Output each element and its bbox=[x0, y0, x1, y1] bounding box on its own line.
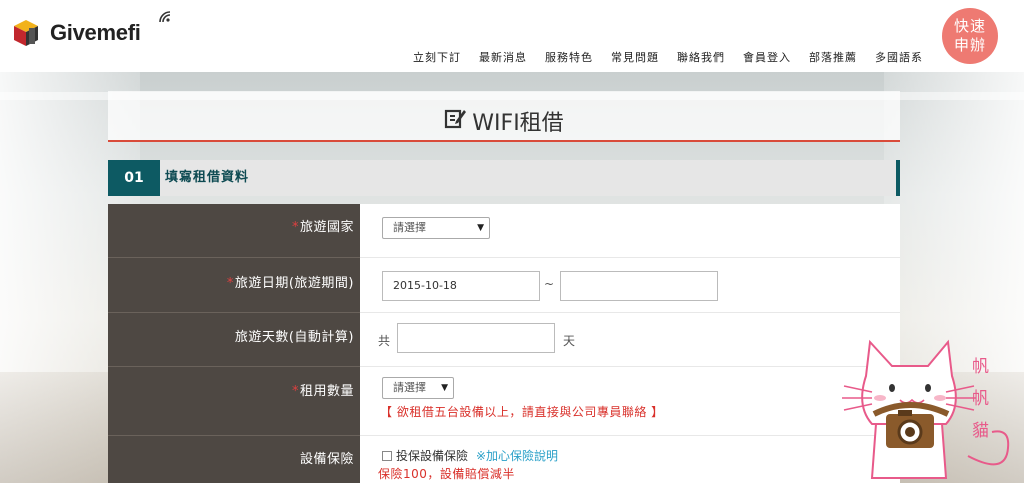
quick-apply-button[interactable]: 快速 申辦 bbox=[942, 8, 998, 64]
days-input[interactable] bbox=[397, 323, 555, 353]
dates-label-text: 旅遊日期(旅遊期間) bbox=[234, 276, 354, 291]
mascot-char-1: 帆 bbox=[972, 357, 989, 377]
dropdown-arrow-icon: ▼ bbox=[477, 223, 484, 233]
edit-icon bbox=[444, 107, 467, 135]
days-label: 旅遊天數(自動計算) bbox=[108, 312, 360, 366]
quantity-select-value: 請選擇 bbox=[393, 381, 426, 394]
insurance-checkbox[interactable] bbox=[382, 451, 392, 461]
required-mark: * bbox=[291, 384, 299, 399]
rental-form: *旅遊國家 請選擇 ▼ *旅遊日期(旅遊期間) 2015-10-18 ~ 旅遊天… bbox=[108, 204, 900, 483]
country-field: 請選擇 ▼ bbox=[360, 204, 900, 257]
form-row-country: *旅遊國家 請選擇 ▼ bbox=[108, 204, 900, 257]
days-suffix: 天 bbox=[563, 334, 576, 348]
quantity-label-text: 租用數量 bbox=[299, 384, 354, 399]
logo-cube-icon bbox=[12, 18, 48, 48]
mascot-char-2: 帆 bbox=[972, 389, 989, 409]
cat-mascot: 帆 帆 貓 bbox=[836, 336, 1024, 483]
quick-apply-line2: 申辦 bbox=[953, 36, 986, 54]
wifi-signal-icon bbox=[158, 10, 172, 28]
form-row-dates: *旅遊日期(旅遊期間) 2015-10-18 ~ bbox=[108, 257, 900, 312]
step-number: 01 bbox=[108, 160, 160, 196]
main-nav: 立刻下訂 最新消息 服務特色 常見問題 聯絡我們 會員登入 部落推薦 多國語系 bbox=[404, 49, 932, 65]
date-separator: ~ bbox=[544, 277, 555, 291]
quantity-field: 請選擇 ▼ 【 欲租借五台設備以上，請直接與公司專員聯絡 】 bbox=[360, 366, 900, 435]
insurance-field: 投保設備保險 ※加心保險說明 保險100，設備賠償減半 bbox=[360, 435, 900, 483]
title-area: WIFI租借 bbox=[108, 91, 900, 141]
nav-blog[interactable]: 部落推薦 bbox=[800, 49, 866, 65]
form-row-days: 旅遊天數(自動計算) 共 天 bbox=[108, 312, 900, 366]
nav-member-login[interactable]: 會員登入 bbox=[734, 49, 800, 65]
nav-news[interactable]: 最新消息 bbox=[470, 49, 536, 65]
quantity-select[interactable]: 請選擇 ▼ bbox=[382, 377, 454, 399]
logo[interactable]: Givemefi bbox=[12, 18, 141, 48]
rental-panel: WIFI租借 01 填寫租借資料 *旅遊國家 請選擇 ▼ *旅遊日期(旅遊期間) bbox=[108, 91, 900, 483]
start-date-input[interactable]: 2015-10-18 bbox=[382, 271, 540, 301]
end-date-input[interactable] bbox=[560, 271, 718, 301]
dropdown-arrow-icon: ▼ bbox=[441, 383, 448, 393]
nav-languages[interactable]: 多國語系 bbox=[866, 49, 932, 65]
dates-field: 2015-10-18 ~ bbox=[360, 257, 900, 312]
form-row-insurance: 設備保險 投保設備保險 ※加心保險說明 保險100，設備賠償減半 bbox=[108, 435, 900, 483]
days-field: 共 天 bbox=[360, 312, 900, 366]
cat-illustration: 帆 帆 貓 bbox=[842, 339, 1010, 479]
insurance-checkbox-label: 投保設備保險 bbox=[396, 449, 469, 463]
quantity-warning: 【 欲租借五台設備以上，請直接與公司專員聯絡 】 bbox=[380, 405, 664, 419]
country-select-value: 請選擇 bbox=[393, 221, 426, 234]
required-mark: * bbox=[226, 276, 234, 291]
step-header: 01 填寫租借資料 bbox=[108, 160, 900, 196]
days-prefix: 共 bbox=[378, 334, 391, 348]
site-header: Givemefi 立刻下訂 最新消息 服務特色 常見問題 聯絡我們 會員登入 部… bbox=[0, 0, 1024, 72]
page-title: WIFI租借 bbox=[444, 91, 564, 137]
step-label: 填寫租借資料 bbox=[165, 170, 250, 185]
nav-faq[interactable]: 常見問題 bbox=[602, 49, 668, 65]
mascot-char-3: 貓 bbox=[972, 421, 989, 441]
logo-text: Givemefi bbox=[50, 20, 141, 45]
country-label-text: 旅遊國家 bbox=[299, 220, 354, 235]
insurance-note: 保險100，設備賠償減半 bbox=[378, 467, 515, 481]
insurance-label: 設備保險 bbox=[108, 435, 360, 483]
nav-features[interactable]: 服務特色 bbox=[536, 49, 602, 65]
form-row-quantity: *租用數量 請選擇 ▼ 【 欲租借五台設備以上，請直接與公司專員聯絡 】 bbox=[108, 366, 900, 435]
quantity-label: *租用數量 bbox=[108, 366, 360, 435]
quick-apply-line1: 快速 bbox=[953, 17, 986, 35]
insurance-info-link[interactable]: ※加心保險說明 bbox=[476, 447, 558, 464]
nav-order-now[interactable]: 立刻下訂 bbox=[404, 49, 470, 65]
nav-contact[interactable]: 聯絡我們 bbox=[668, 49, 734, 65]
page-title-text: WIFI租借 bbox=[472, 111, 564, 136]
country-select[interactable]: 請選擇 ▼ bbox=[382, 217, 490, 239]
title-divider bbox=[108, 140, 900, 142]
country-label: *旅遊國家 bbox=[108, 204, 360, 257]
dates-label: *旅遊日期(旅遊期間) bbox=[108, 257, 360, 312]
required-mark: * bbox=[291, 220, 299, 235]
